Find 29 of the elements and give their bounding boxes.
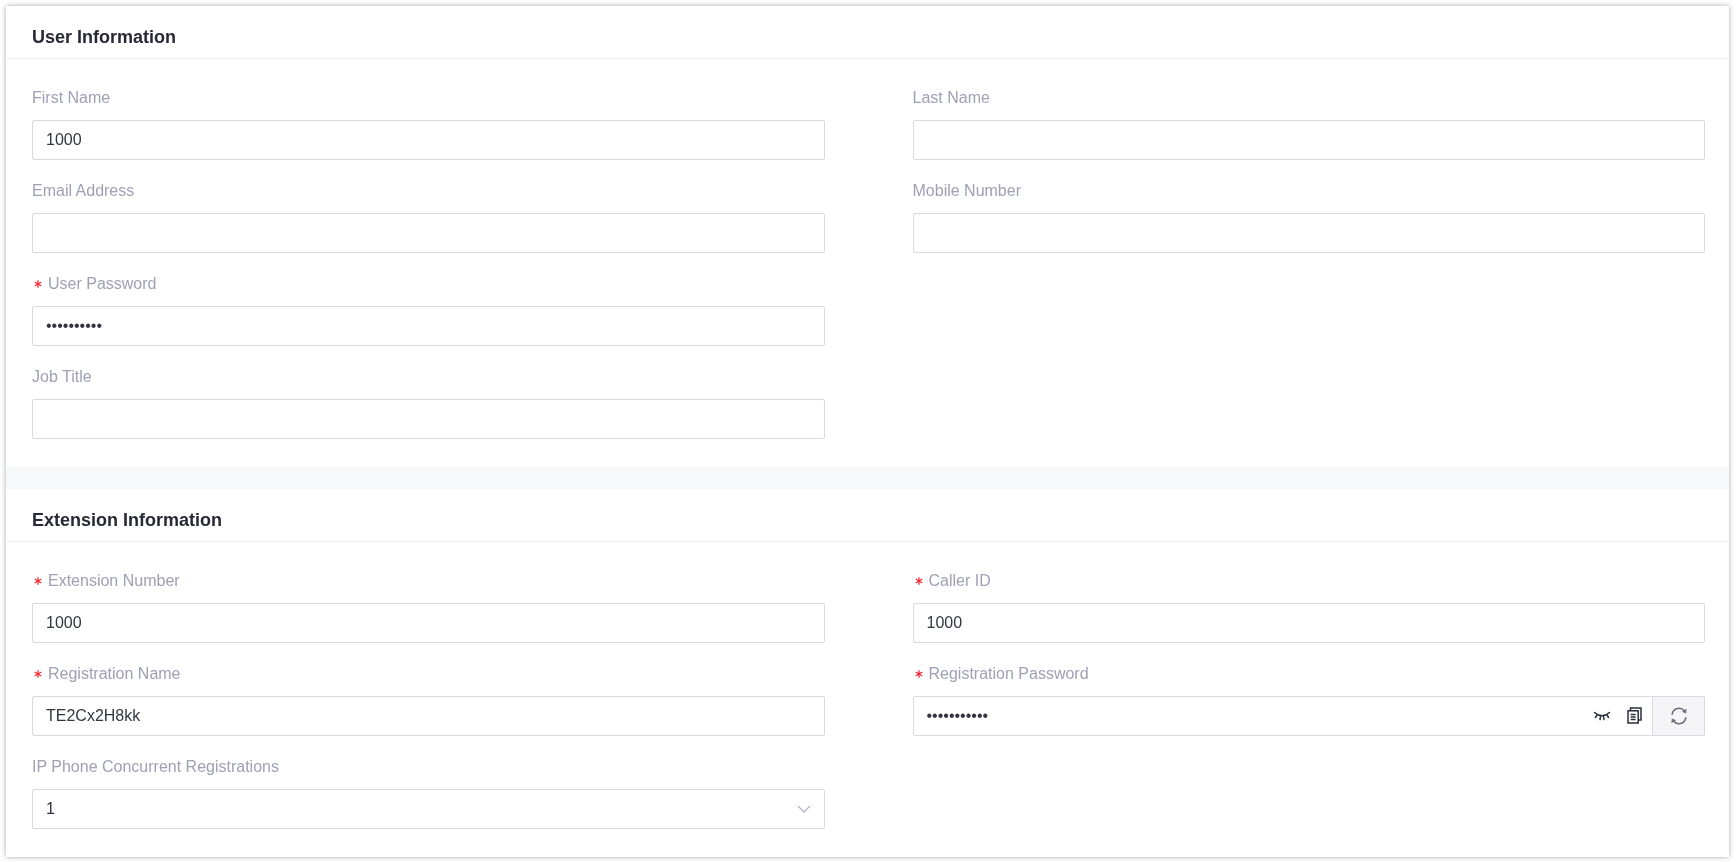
field-label: Email Address [32, 181, 135, 201]
text-input[interactable]: TE2Cx2H8kk [32, 696, 825, 736]
text-input[interactable] [912, 120, 1705, 160]
field-label: Registration Name [48, 664, 181, 684]
field-label: User Password [48, 274, 157, 294]
section-title: User Information [32, 26, 177, 49]
field-label: First Name [32, 88, 111, 108]
closed-eye-icon[interactable] [1593, 711, 1611, 721]
field-label: Last Name [912, 88, 990, 108]
section-title: Extension Information [32, 509, 222, 532]
text-input[interactable] [912, 213, 1705, 253]
refresh-button[interactable] [1653, 696, 1705, 736]
field-label: Registration Password [928, 664, 1089, 684]
copy-icon[interactable] [1627, 707, 1642, 724]
text-input[interactable]: 1000 [912, 603, 1705, 643]
refresh-icon [1668, 706, 1689, 726]
field-label: Mobile Number [912, 181, 1021, 201]
text-input[interactable]: 1000 [32, 603, 825, 643]
dropdown[interactable]: 1 [32, 789, 825, 829]
text-input[interactable] [32, 213, 825, 253]
text-input[interactable] [32, 399, 825, 439]
chevron-down-icon [796, 805, 811, 813]
field-label: Extension Number [48, 571, 180, 591]
field-label: IP Phone Concurrent Registrations [32, 757, 279, 777]
field-label: Caller ID [928, 571, 991, 591]
password-input[interactable]: ••••••••••• [912, 696, 1653, 736]
field-label: Job Title [32, 367, 92, 387]
text-input[interactable]: 1000 [32, 120, 825, 160]
text-input[interactable]: •••••••••• [32, 306, 825, 346]
